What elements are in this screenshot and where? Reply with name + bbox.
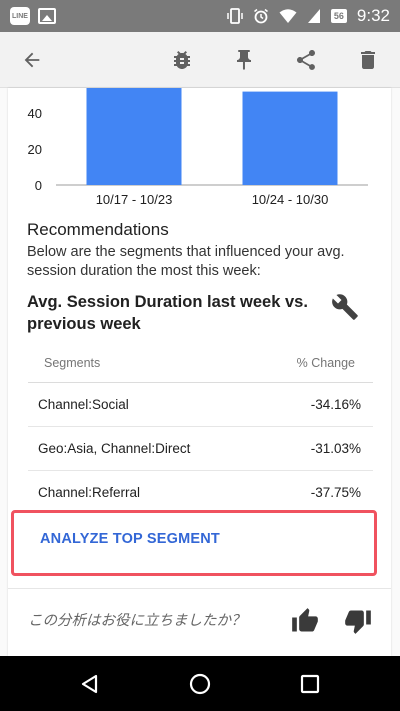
segment-name: Channel:Referral (38, 485, 141, 500)
app-bar (0, 32, 400, 88)
status-bar: LINE 56 9:32 (0, 0, 400, 32)
x-tick-label: 10/24 - 10/30 (252, 192, 329, 207)
alarm-icon (253, 8, 268, 24)
insight-card: 0 20 40 10/17 - 10/23 10/24 - 10/30 Recommen… (8, 88, 391, 656)
triangle-back-icon (81, 674, 98, 694)
wrench-icon[interactable] (331, 293, 359, 321)
share-icon (297, 50, 315, 70)
table-row: Channel:Referral -37.75% (28, 471, 373, 515)
segments-table: Segments % Change Channel:Social -34.16%… (28, 343, 373, 515)
chart-bar (242, 91, 338, 185)
vibrate-icon (227, 8, 243, 24)
circle-home-icon (189, 673, 211, 695)
session-chart: 0 20 40 10/17 - 10/23 10/24 - 10/30 (8, 88, 391, 218)
system-nav-bar (0, 656, 400, 711)
nav-home-button[interactable] (186, 670, 214, 698)
pin-button[interactable] (230, 46, 258, 74)
table-header: Segments % Change (28, 343, 373, 383)
arrow-back-icon (24, 52, 40, 68)
change-column-header: % Change (296, 355, 355, 370)
trash-icon (361, 51, 375, 69)
nav-back-button[interactable] (76, 670, 104, 698)
nav-recents-button[interactable] (296, 670, 324, 698)
feedback-question: この分析はお役に立ちましたか？ (28, 613, 246, 629)
segments-column-header: Segments (44, 355, 101, 370)
back-button[interactable] (18, 46, 46, 74)
y-tick-label: 20 (28, 142, 42, 157)
segment-change: -37.75% (310, 485, 361, 500)
analyze-highlight-box: ANALYZE TOP SEGMENT (11, 510, 377, 576)
analyze-top-segment-button[interactable]: ANALYZE TOP SEGMENT (40, 531, 220, 547)
feedback-section: この分析はお役に立ちましたか？ (8, 588, 391, 652)
line-app-label: LINE (12, 12, 28, 20)
x-tick-label: 10/17 - 10/23 (96, 192, 173, 207)
battery-icon: 56 (330, 9, 347, 23)
square-recents-icon (300, 674, 320, 694)
insight-title: Avg. Session Duration last week vs. prev… (27, 293, 308, 333)
wifi-icon (279, 9, 297, 23)
signal-icon (307, 9, 320, 23)
line-app-icon: LINE (10, 7, 30, 25)
segment-change: -34.16% (310, 397, 361, 412)
bar-chart: 0 20 40 10/17 - 10/23 10/24 - 10/30 (28, 88, 368, 207)
thumbs-down-button[interactable] (344, 607, 372, 635)
status-time: 9:32 (356, 6, 390, 25)
pin-icon (237, 50, 251, 70)
delete-button[interactable] (354, 46, 382, 74)
report-bug-button[interactable] (168, 46, 196, 74)
recommendations-title: Recommendations (27, 220, 169, 239)
thumbs-down-icon (345, 610, 371, 634)
y-tick-label: 0 (35, 178, 42, 193)
segment-name: Geo:Asia, Channel:Direct (38, 441, 191, 456)
photo-notification-icon (38, 8, 56, 24)
y-tick-label: 40 (28, 106, 42, 121)
share-button[interactable] (292, 46, 320, 74)
recommendations-description: Below are the segments that influenced y… (27, 244, 345, 279)
table-row: Geo:Asia, Channel:Direct -31.03% (28, 427, 373, 471)
table-row: Channel:Social -34.16% (28, 383, 373, 427)
thumbs-up-icon (292, 608, 318, 632)
segment-change: -31.03% (310, 441, 361, 456)
segment-name: Channel:Social (38, 397, 129, 412)
wrench-icon-svg (332, 294, 358, 320)
bug-icon (174, 51, 190, 69)
thumbs-up-button[interactable] (291, 607, 319, 635)
chart-bar (86, 88, 182, 185)
